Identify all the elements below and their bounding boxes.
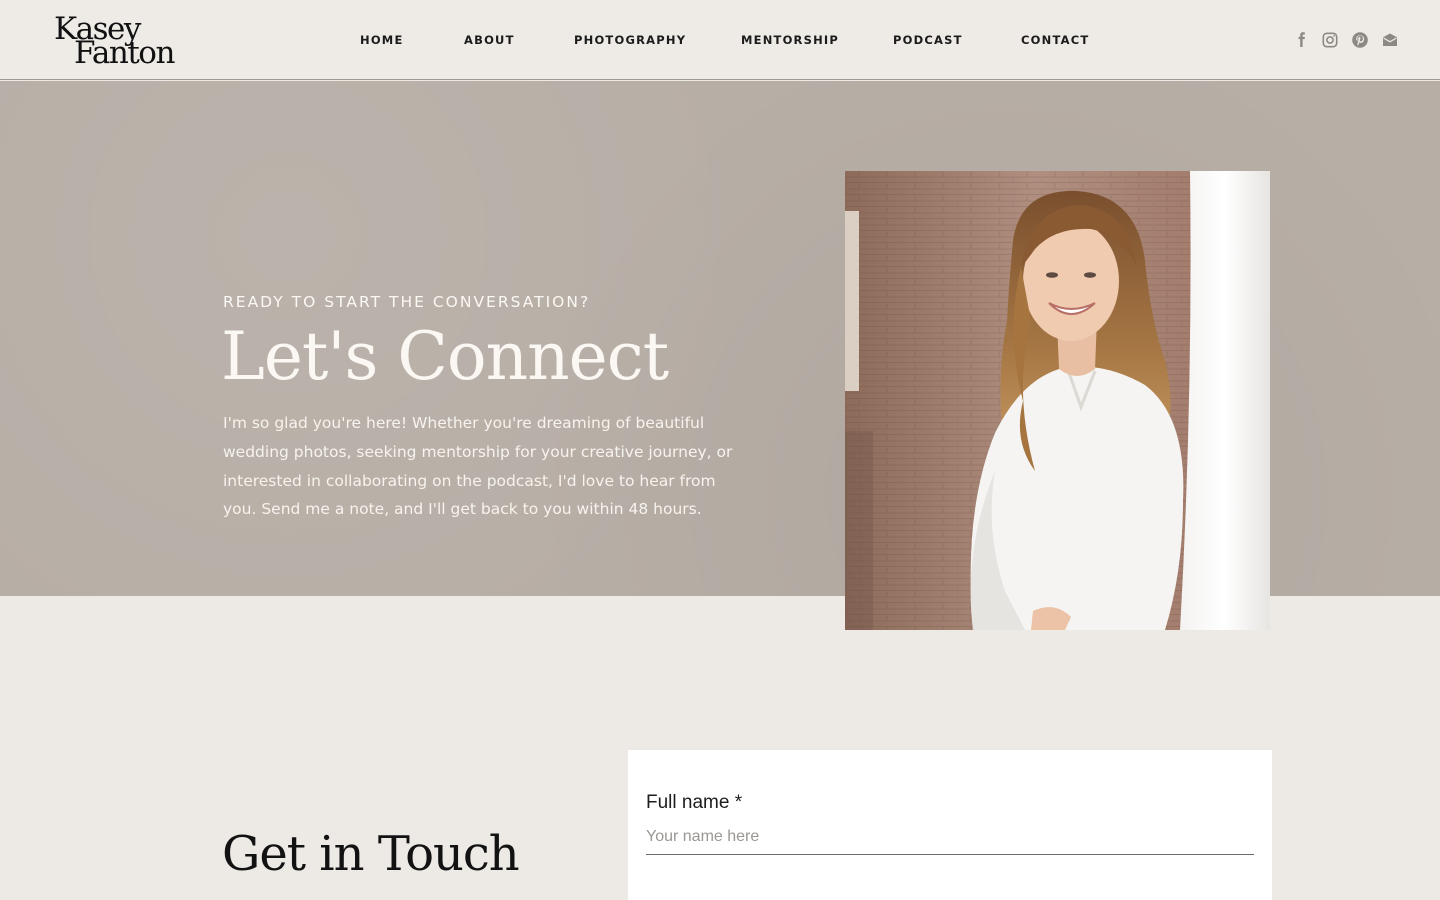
logo-line-2: Fanton — [74, 35, 175, 71]
pinterest-link[interactable] — [1350, 30, 1370, 50]
social-links — [1290, 30, 1402, 50]
nav-link-podcast[interactable]: PODCAST — [893, 33, 963, 47]
facebook-icon — [1298, 32, 1305, 47]
instagram-link[interactable] — [1320, 30, 1340, 50]
nav-link-home[interactable]: HOME — [360, 33, 404, 47]
contact-form: Full name * — [628, 750, 1272, 900]
nav-link-photography[interactable]: PHOTOGRAPHY — [574, 33, 686, 47]
hero-intro-text: I'm so glad you're here! Whether you're … — [223, 414, 733, 519]
instagram-icon — [1322, 32, 1338, 48]
hero-eyebrow: READY TO START THE CONVERSATION? — [223, 293, 591, 311]
facebook-link[interactable] — [1292, 30, 1312, 50]
portrait-photo — [845, 171, 1270, 630]
email-link[interactable] — [1380, 30, 1400, 50]
email-icon — [1383, 33, 1397, 46]
nav-link-about[interactable]: ABOUT — [464, 33, 515, 47]
nav-link-contact[interactable]: CONTACT — [1021, 33, 1089, 47]
pinterest-icon — [1352, 32, 1368, 48]
portrait-illustration — [845, 171, 1270, 630]
section-title: Get in Touch — [222, 826, 520, 882]
main-nav: HOME ABOUT PHOTOGRAPHY MENTORSHIP PODCAS… — [0, 0, 1440, 80]
brand-logo[interactable]: Kasey Fanton — [54, 12, 175, 71]
site-header: Kasey Fanton HOME ABOUT PHOTOGRAPHY MENT… — [0, 0, 1440, 80]
full-name-label: Full name * — [646, 792, 743, 813]
full-name-input[interactable] — [646, 826, 1254, 855]
nav-link-mentorship[interactable]: MENTORSHIP — [741, 33, 839, 47]
hero-title: Let's Connect — [221, 318, 669, 395]
